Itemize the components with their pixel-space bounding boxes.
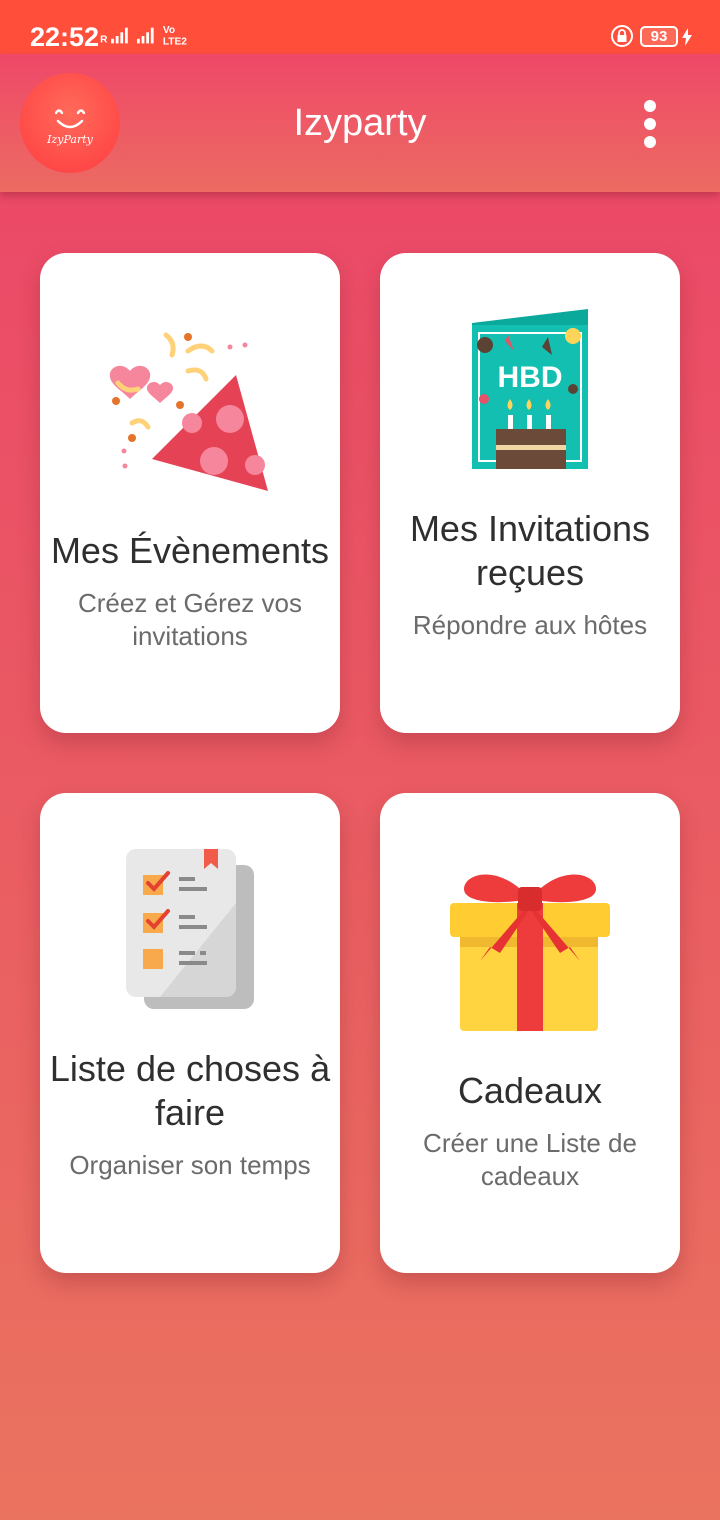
card-subtitle: Créer une Liste de cadeaux	[423, 1128, 637, 1191]
card-subtitle: Répondre aux hôtes	[412, 610, 648, 640]
card-title: Liste de choses à faire	[49, 1048, 331, 1133]
svg-text:R: R	[100, 34, 108, 45]
more-vert-icon	[644, 100, 656, 112]
card-title: Mes Évènements	[50, 530, 330, 571]
status-bar: 22:52 R Vo LTE2 93	[0, 0, 720, 54]
status-right: 93	[610, 24, 692, 50]
logo-text: IzyParty	[47, 133, 93, 146]
card-mes-evenements[interactable]: Mes Évènements Créez et Gérez vos invita…	[40, 253, 340, 733]
card-title: Cadeaux	[457, 1070, 603, 1111]
party-popper-icon	[109, 332, 268, 491]
more-options-button[interactable]	[630, 100, 670, 150]
battery-indicator: 93	[640, 26, 678, 47]
card-mes-invitations[interactable]: HBD Mes Invitations reçues Répondre aux …	[380, 253, 680, 733]
smile-icon	[54, 109, 86, 129]
checklist-icon	[126, 849, 254, 1009]
charging-icon	[682, 28, 692, 46]
lock-rotation-icon	[611, 25, 633, 47]
card-cadeaux[interactable]: Cadeaux Créer une Liste de cadeaux	[380, 793, 680, 1273]
gift-icon	[450, 874, 610, 1031]
card-liste-choses[interactable]: Liste de choses à faire Organiser son te…	[40, 793, 340, 1273]
status-time: 22:52	[30, 22, 100, 52]
app-logo[interactable]: IzyParty	[20, 73, 120, 173]
card-title: Mes Invitations reçues	[409, 508, 651, 593]
app-bar: IzyParty Izyparty	[0, 54, 720, 192]
birthday-card-icon: HBD	[472, 309, 588, 469]
signal-icons: R Vo LTE2	[100, 25, 187, 47]
svg-text:LTE2: LTE2	[163, 36, 187, 47]
app-title: Izyparty	[293, 102, 427, 144]
svg-text:Vo: Vo	[163, 25, 175, 36]
card-subtitle: Organiser son temps	[69, 1150, 311, 1180]
card-subtitle: Créez et Gérez vos invitations	[78, 588, 302, 651]
card-icon-text: HBD	[498, 361, 563, 394]
